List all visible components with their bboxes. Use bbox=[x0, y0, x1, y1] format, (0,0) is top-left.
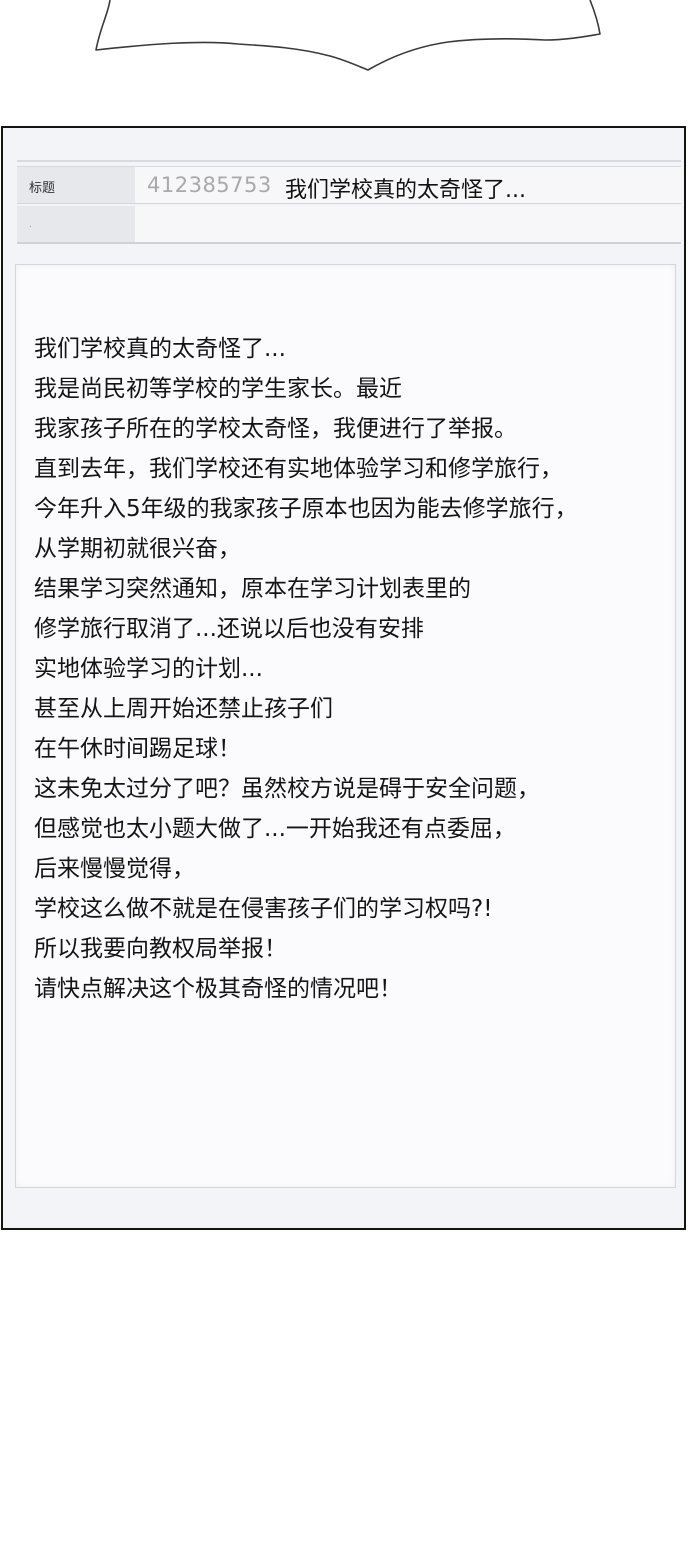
post-id: 412385753 bbox=[147, 173, 272, 197]
post-body-text: 我们学校真的太奇怪了... 我是尚民初等学校的学生家长。最近我家孩子所在的学校太奇… bbox=[34, 329, 578, 1009]
body-line: 修学旅行取消了...还说以后也没有安排 bbox=[34, 616, 424, 642]
title-field[interactable]: 412385753 我们学校真的太奇怪了... bbox=[135, 167, 681, 203]
blank-label-cell: . bbox=[17, 206, 135, 242]
body-line: 请快点解决这个极其奇怪的情况吧！ bbox=[34, 976, 402, 1002]
body-line: 我们学校真的太奇怪了... bbox=[34, 336, 286, 362]
body-line: 但感觉也太小题大做了...一开始我还有点委屈， bbox=[34, 816, 516, 842]
body-line: 从学期初就很兴奋， bbox=[34, 536, 241, 562]
post-subject: 我们学校真的太奇怪了... bbox=[285, 178, 526, 203]
form-top-divider bbox=[17, 160, 681, 162]
body-line: 实地体验学习的计划... bbox=[34, 656, 263, 682]
title-label-cell: 标题 bbox=[17, 167, 135, 203]
blank-field[interactable] bbox=[135, 206, 681, 242]
body-line: 直到去年，我们学校还有实地体验学习和修学旅行， bbox=[34, 456, 563, 482]
body-line: 今年升入5年级的我家孩子原本也因为能去修学旅行， bbox=[34, 496, 578, 522]
row-mark: . bbox=[29, 220, 32, 230]
report-panel: 标题 412385753 我们学校真的太奇怪了... . 我们学校真的太奇怪了.… bbox=[1, 126, 686, 1230]
body-line: 在午休时间踢足球！ bbox=[34, 736, 241, 762]
body-line: 我家孩子所在的学校太奇怪，我便进行了举报。 bbox=[34, 416, 517, 442]
body-line: 所以我要向教权局举报！ bbox=[34, 936, 287, 962]
body-line: 后来慢慢觉得， bbox=[34, 856, 195, 882]
body-line: 结果学习突然通知，原本在学习计划表里的 bbox=[34, 576, 471, 602]
body-line: 学校这么做不就是在侵害孩子们的学习权吗?! bbox=[34, 896, 493, 922]
title-row: 标题 412385753 我们学校真的太奇怪了... bbox=[17, 166, 681, 204]
body-line: 我是尚民初等学校的学生家长。最近 bbox=[34, 376, 402, 402]
post-body[interactable]: 我们学校真的太奇怪了... 我是尚民初等学校的学生家长。最近我家孩子所在的学校太奇… bbox=[15, 264, 676, 1188]
speech-bubble-bottom bbox=[95, 0, 601, 71]
title-label: 标题 bbox=[29, 181, 56, 196]
body-line: 甚至从上周开始还禁止孩子们 bbox=[34, 696, 333, 722]
blank-row: . bbox=[17, 206, 681, 244]
body-line: 这未免太过分了吧？虽然校方说是碍于安全问题， bbox=[34, 776, 540, 802]
